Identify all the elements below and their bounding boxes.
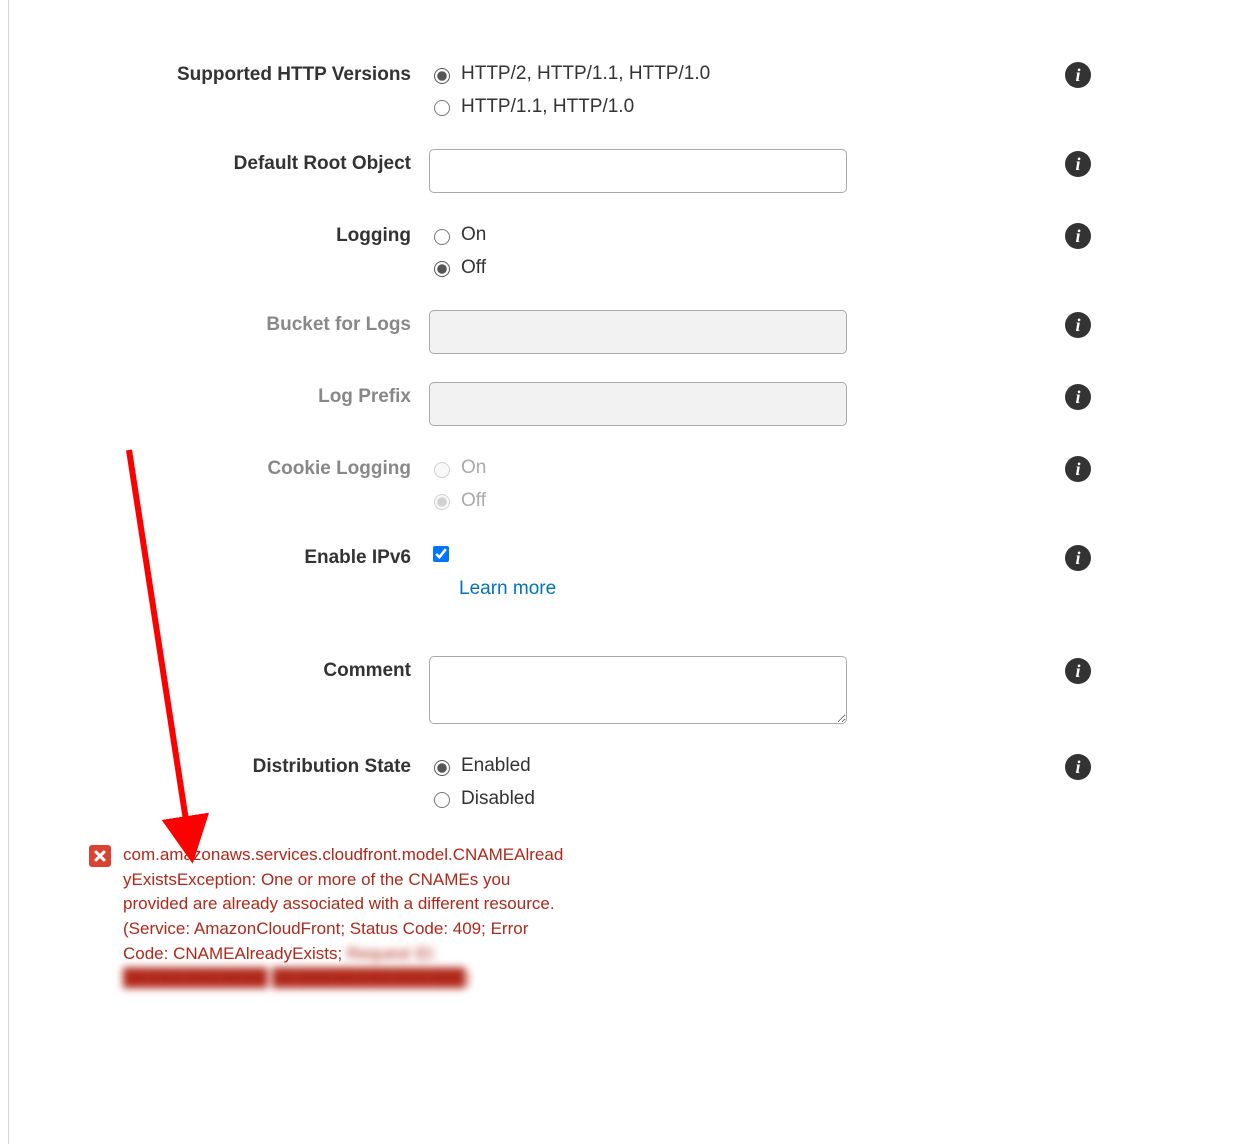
row-default-root-object: Default Root Object i <box>49 149 1201 193</box>
label-log-prefix: Log Prefix <box>49 382 429 408</box>
row-http-versions: Supported HTTP Versions HTTP/2, HTTP/1.1… <box>49 60 1201 121</box>
row-cookie-logging: Cookie Logging On Off i <box>49 454 1201 515</box>
radio-logging-off-label: Off <box>461 254 486 283</box>
radio-cookie-on-input <box>434 462 450 478</box>
control-http-versions: HTTP/2, HTTP/1.1, HTTP/1.0 HTTP/1.1, HTT… <box>429 60 849 121</box>
radio-http-opt1-label: HTTP/2, HTTP/1.1, HTTP/1.0 <box>461 60 710 89</box>
radio-logging-on[interactable]: On <box>429 221 849 250</box>
row-log-prefix: Log Prefix i <box>49 382 1201 426</box>
link-learn-more[interactable]: Learn more <box>459 578 849 600</box>
info-icon[interactable]: i <box>1065 312 1091 338</box>
row-logging: Logging On Off i <box>49 221 1201 282</box>
control-distribution-state: Enabled Disabled <box>429 752 849 813</box>
radio-http-opt1[interactable]: HTTP/2, HTTP/1.1, HTTP/1.0 <box>429 60 849 89</box>
error-text: com.amazonaws.services.cloudfront.model.… <box>123 843 569 991</box>
control-default-root-object <box>429 149 849 193</box>
radio-cookie-on-label: On <box>461 454 486 483</box>
label-comment: Comment <box>49 656 429 682</box>
label-default-root-object: Default Root Object <box>49 149 429 175</box>
info-icon[interactable]: i <box>1065 658 1091 684</box>
control-comment <box>429 656 849 724</box>
info-icon[interactable]: i <box>1065 62 1091 88</box>
label-http-versions: Supported HTTP Versions <box>49 60 429 86</box>
radio-dist-enabled-label: Enabled <box>461 752 531 781</box>
error-icon <box>89 845 111 867</box>
label-cookie-logging: Cookie Logging <box>49 454 429 480</box>
radio-logging-off[interactable]: Off <box>429 254 849 283</box>
input-log-prefix <box>429 382 847 426</box>
radio-http-opt2[interactable]: HTTP/1.1, HTTP/1.0 <box>429 93 849 122</box>
error-block: com.amazonaws.services.cloudfront.model.… <box>89 843 569 991</box>
error-message: com.amazonaws.services.cloudfront.model.… <box>123 845 563 963</box>
radio-cookie-off: Off <box>429 487 849 516</box>
label-distribution-state: Distribution State <box>49 752 429 778</box>
radio-dist-enabled[interactable]: Enabled <box>429 752 849 781</box>
spacer <box>49 628 1201 656</box>
info-icon[interactable]: i <box>1065 151 1091 177</box>
info-icon[interactable]: i <box>1065 545 1091 571</box>
control-log-prefix <box>429 382 849 426</box>
row-bucket-for-logs: Bucket for Logs i <box>49 310 1201 354</box>
control-logging: On Off <box>429 221 849 282</box>
radio-logging-off-input[interactable] <box>434 261 450 277</box>
control-bucket-for-logs <box>429 310 849 354</box>
radio-cookie-off-input <box>434 494 450 510</box>
input-bucket-for-logs <box>429 310 847 354</box>
radio-cookie-on: On <box>429 454 849 483</box>
row-distribution-state: Distribution State Enabled Disabled i <box>49 752 1201 813</box>
info-icon[interactable]: i <box>1065 223 1091 249</box>
radio-dist-disabled[interactable]: Disabled <box>429 785 849 814</box>
radio-cookie-off-label: Off <box>461 487 486 516</box>
info-icon[interactable]: i <box>1065 384 1091 410</box>
radio-logging-on-label: On <box>461 221 486 250</box>
radio-dist-disabled-input[interactable] <box>434 792 450 808</box>
radio-http-opt1-input[interactable] <box>434 68 450 84</box>
radio-logging-on-input[interactable] <box>434 229 450 245</box>
info-icon[interactable]: i <box>1065 754 1091 780</box>
radio-dist-enabled-input[interactable] <box>434 760 450 776</box>
radio-http-opt2-input[interactable] <box>434 100 450 116</box>
row-enable-ipv6: Enable IPv6 Learn more i <box>49 543 1201 600</box>
radio-dist-disabled-label: Disabled <box>461 785 535 814</box>
label-bucket-for-logs: Bucket for Logs <box>49 310 429 336</box>
checkbox-enable-ipv6[interactable] <box>433 546 449 562</box>
form-container: Supported HTTP Versions HTTP/2, HTTP/1.1… <box>8 0 1241 1144</box>
input-default-root-object[interactable] <box>429 149 847 193</box>
control-cookie-logging: On Off <box>429 454 849 515</box>
row-comment: Comment i <box>49 656 1201 724</box>
label-logging: Logging <box>49 221 429 247</box>
label-enable-ipv6: Enable IPv6 <box>49 543 429 569</box>
textarea-comment[interactable] <box>429 656 847 724</box>
control-enable-ipv6: Learn more <box>429 543 849 600</box>
radio-http-opt2-label: HTTP/1.1, HTTP/1.0 <box>461 93 634 122</box>
info-icon[interactable]: i <box>1065 456 1091 482</box>
